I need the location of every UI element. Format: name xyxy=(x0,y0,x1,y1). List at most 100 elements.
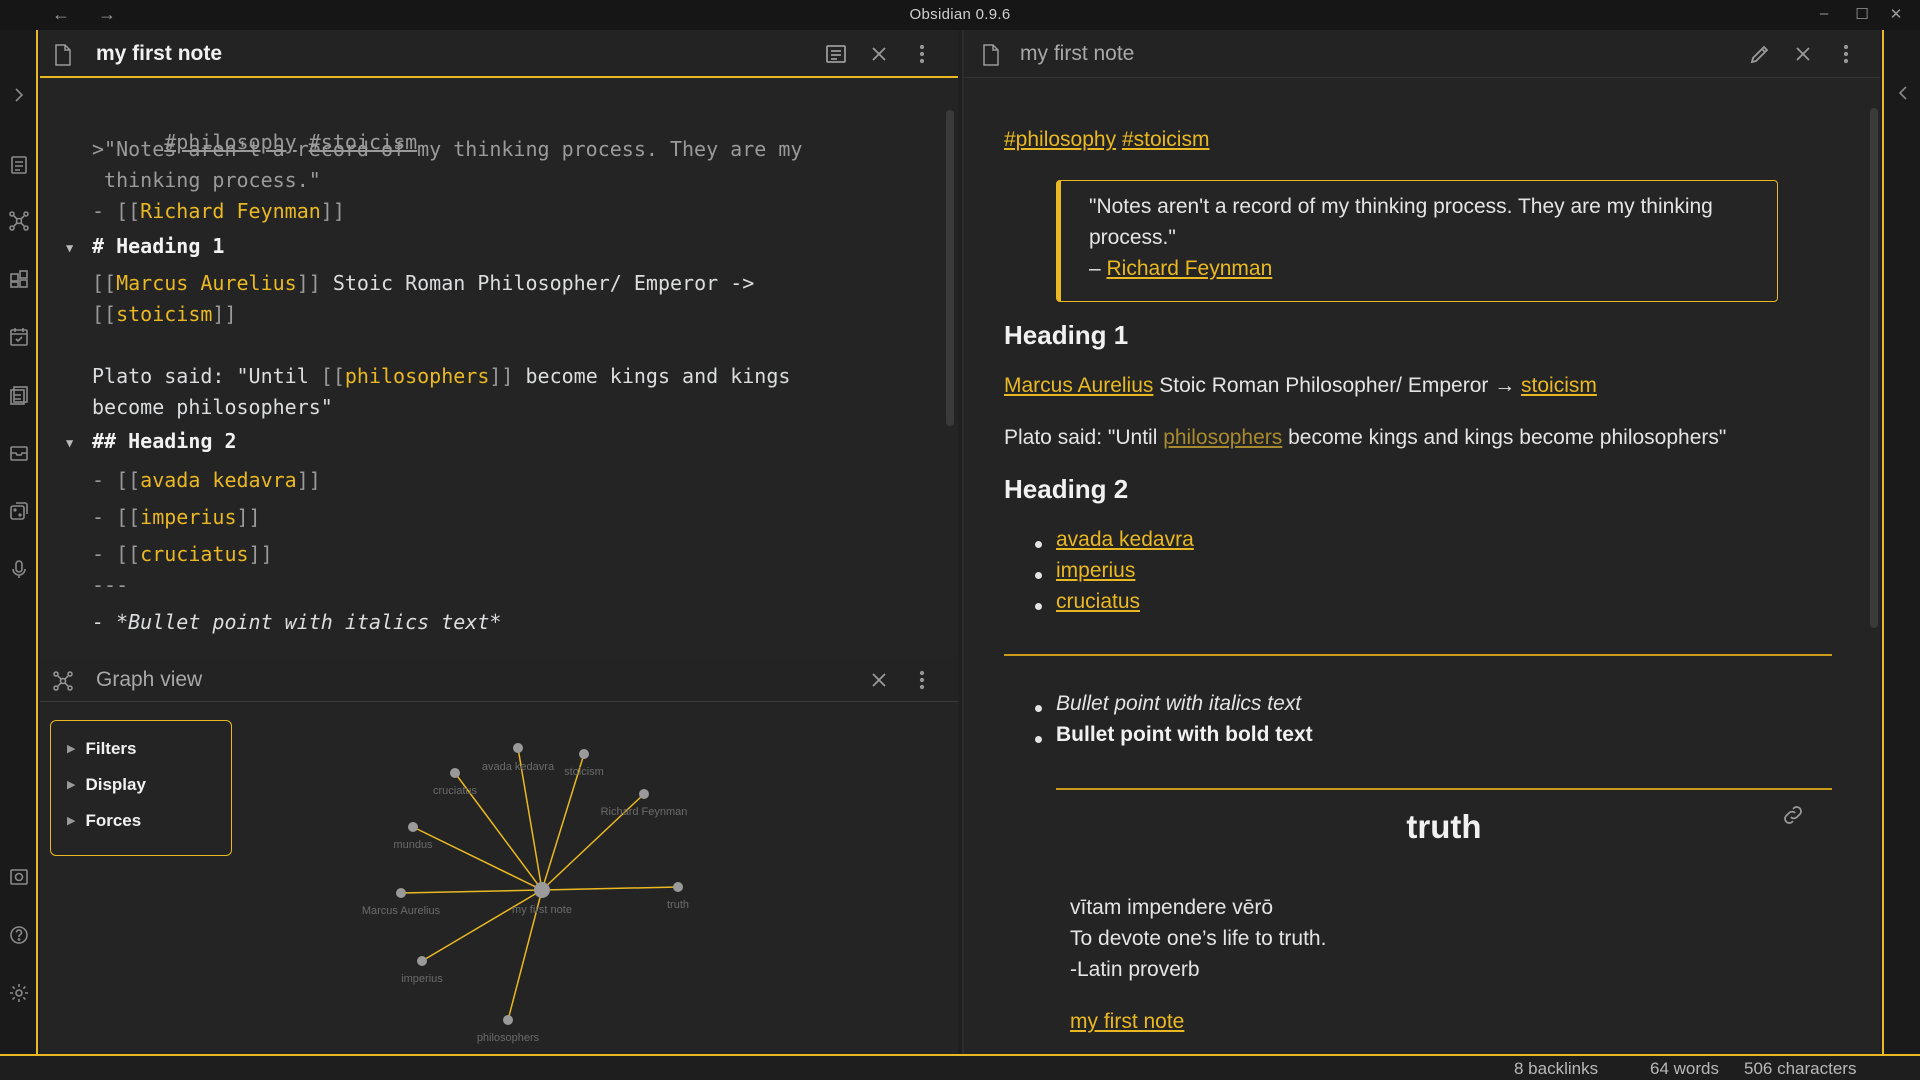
editor-plato-line-1: Plato said: "Until [[philosophers]] beco… xyxy=(92,364,790,388)
marcus-paragraph: Marcus Aurelius Stoic Roman Philosopher/… xyxy=(1004,374,1597,398)
link-marcus-aurelius[interactable]: Marcus Aurelius xyxy=(1004,374,1153,397)
horizontal-rule xyxy=(1004,654,1832,656)
graph-node[interactable] xyxy=(673,882,683,892)
graph-node[interactable] xyxy=(579,749,589,759)
graph-node[interactable] xyxy=(417,956,427,966)
left-ribbon xyxy=(0,30,38,1054)
editor-stoicism-line: [[stoicism]] xyxy=(92,302,237,326)
settings-gear-icon[interactable] xyxy=(8,982,30,1004)
calendar-icon[interactable] xyxy=(8,326,30,348)
list-bullet xyxy=(1035,603,1042,610)
editor-marcus-line: [[Marcus Aurelius]] Stoic Roman Philosop… xyxy=(92,271,754,295)
heading-2: Heading 2 xyxy=(1004,474,1129,504)
wikilink-avada-kedavra[interactable]: avada kedavra xyxy=(140,468,297,492)
link-bracket-open: - [[ xyxy=(92,542,141,566)
kanban-icon[interactable] xyxy=(8,268,30,290)
minimize-icon[interactable]: – xyxy=(1814,5,1834,22)
wikilink-stoicism[interactable]: stoicism xyxy=(116,302,212,326)
reading-view: #philosophy #stoicism "Notes aren't a re… xyxy=(964,80,1880,1054)
editor-scrollbar[interactable] xyxy=(946,110,954,426)
editor-quote-line-1: >"Notes aren't a record of my thinking p… xyxy=(92,137,803,161)
wikilink-marcus-aurelius[interactable]: Marcus Aurelius xyxy=(116,271,297,295)
link-bracket-close: ]] xyxy=(296,271,321,295)
wikilink-cruciatus[interactable]: cruciatus xyxy=(140,542,248,566)
graph-node[interactable] xyxy=(503,1015,513,1025)
link-cruciatus[interactable]: cruciatus xyxy=(1056,590,1140,613)
link-bracket-open: - [[ xyxy=(92,199,141,223)
templates-icon[interactable] xyxy=(8,384,30,406)
quick-switcher-icon[interactable] xyxy=(8,154,30,176)
collapse-right-sidebar-icon[interactable] xyxy=(1892,82,1914,104)
editor-horizontal-rule: --- xyxy=(92,573,129,597)
fold-heading-2-icon[interactable]: ▼ xyxy=(66,436,73,450)
graph-view-icon[interactable] xyxy=(8,210,30,232)
dice-icon[interactable] xyxy=(8,500,30,522)
editor-heading-2: ## Heading 2 xyxy=(92,429,237,453)
wikilink-imperius[interactable]: imperius xyxy=(140,505,236,529)
preview-pane: my first note #philosophy #stoicism "Not… xyxy=(962,30,1880,1054)
close-pane-icon[interactable] xyxy=(1791,42,1815,66)
open-link-icon[interactable] xyxy=(1780,802,1806,828)
list-bullet xyxy=(1035,705,1042,712)
plato-text-b: become kings and kings become philosophe… xyxy=(1282,426,1727,449)
list-item: imperius xyxy=(1056,559,1135,583)
editor-heading-1: # Heading 1 xyxy=(92,234,225,258)
help-icon[interactable] xyxy=(8,924,30,946)
embed-title: truth xyxy=(1406,808,1482,845)
editor-list-item: - [[avada kedavra]] xyxy=(92,468,321,492)
embed-line-2: To devote one’s life to truth. xyxy=(1070,927,1327,950)
link-bracket-open: [[ xyxy=(92,271,117,295)
link-imperius[interactable]: imperius xyxy=(1056,559,1135,582)
graph-node[interactable] xyxy=(396,888,406,898)
wikilink-richard-feynman[interactable]: Richard Feynman xyxy=(140,199,321,223)
plato-text-b: become kings and kings xyxy=(513,364,791,388)
link-philosophers-unresolved[interactable]: philosophers xyxy=(1163,426,1282,449)
wikilink-philosophers[interactable]: philosophers xyxy=(345,364,490,388)
link-bracket-open: [[ xyxy=(320,364,345,388)
tag-philosophy[interactable]: #philosophy xyxy=(1004,128,1116,151)
backlinks-count[interactable]: 8 backlinks xyxy=(1514,1059,1598,1079)
markdown-editor[interactable]: #philosophy #stoicism >"Notes aren't a r… xyxy=(40,80,958,658)
graph-node[interactable] xyxy=(408,822,418,832)
list-item: cruciatus xyxy=(1056,590,1140,614)
link-stoicism[interactable]: stoicism xyxy=(1521,374,1597,397)
more-options-icon[interactable] xyxy=(1834,42,1858,66)
graph-edge xyxy=(412,826,543,891)
tag-stoicism[interactable]: #stoicism xyxy=(1122,128,1210,151)
maximize-icon[interactable]: ☐ xyxy=(1852,5,1872,23)
link-bracket-close: ]] xyxy=(296,468,321,492)
graph-node[interactable] xyxy=(639,789,649,799)
graph-label: stoicism xyxy=(564,766,604,778)
status-bar: 8 backlinks 64 words 506 characters xyxy=(0,1054,1920,1080)
preview-pane-title: my first note xyxy=(1020,42,1135,65)
graph-node[interactable] xyxy=(450,768,460,778)
link-avada-kedavra[interactable]: avada kedavra xyxy=(1056,528,1194,551)
expand-sidebar-icon[interactable] xyxy=(8,84,30,106)
marcus-description: Stoic Roman Philosopher/ Emperor -> xyxy=(320,271,755,295)
link-my-first-note[interactable]: my first note xyxy=(1070,1010,1184,1033)
more-options-icon[interactable] xyxy=(910,42,934,66)
edit-pencil-icon[interactable] xyxy=(1748,42,1772,66)
fold-heading-1-icon[interactable]: ▼ xyxy=(66,241,73,255)
marcus-text: Stoic Roman Philosopher/ Emperor → xyxy=(1153,374,1522,397)
graph-canvas[interactable]: my first note avada kedavra stoicism cru… xyxy=(40,658,958,1054)
link-bracket-close: ]] xyxy=(489,364,514,388)
editor-pane-title: my first note xyxy=(96,42,223,65)
graph-node-center[interactable] xyxy=(534,882,550,898)
editor-italic-line: - *Bullet point with italics text* xyxy=(92,610,502,634)
microphone-icon[interactable] xyxy=(8,558,30,580)
close-pane-icon[interactable] xyxy=(867,42,891,66)
close-window-icon[interactable]: ✕ xyxy=(1886,5,1906,23)
archive-icon[interactable] xyxy=(8,442,30,464)
list-bullet xyxy=(1035,736,1042,743)
editor-pane-header: my first note xyxy=(40,30,958,78)
graph-node[interactable] xyxy=(513,743,523,753)
list-bullet xyxy=(1035,572,1042,579)
plato-text-a: Plato said: "Until xyxy=(1004,426,1164,449)
link-richard-feynman[interactable]: Richard Feynman xyxy=(1107,257,1273,280)
preview-scrollbar[interactable] xyxy=(1870,108,1878,628)
editor-plato-line-2: become philosophers" xyxy=(92,395,333,419)
vault-icon[interactable] xyxy=(8,866,30,888)
preview-mode-icon[interactable] xyxy=(824,42,848,66)
link-bracket-close: ]] xyxy=(320,199,345,223)
